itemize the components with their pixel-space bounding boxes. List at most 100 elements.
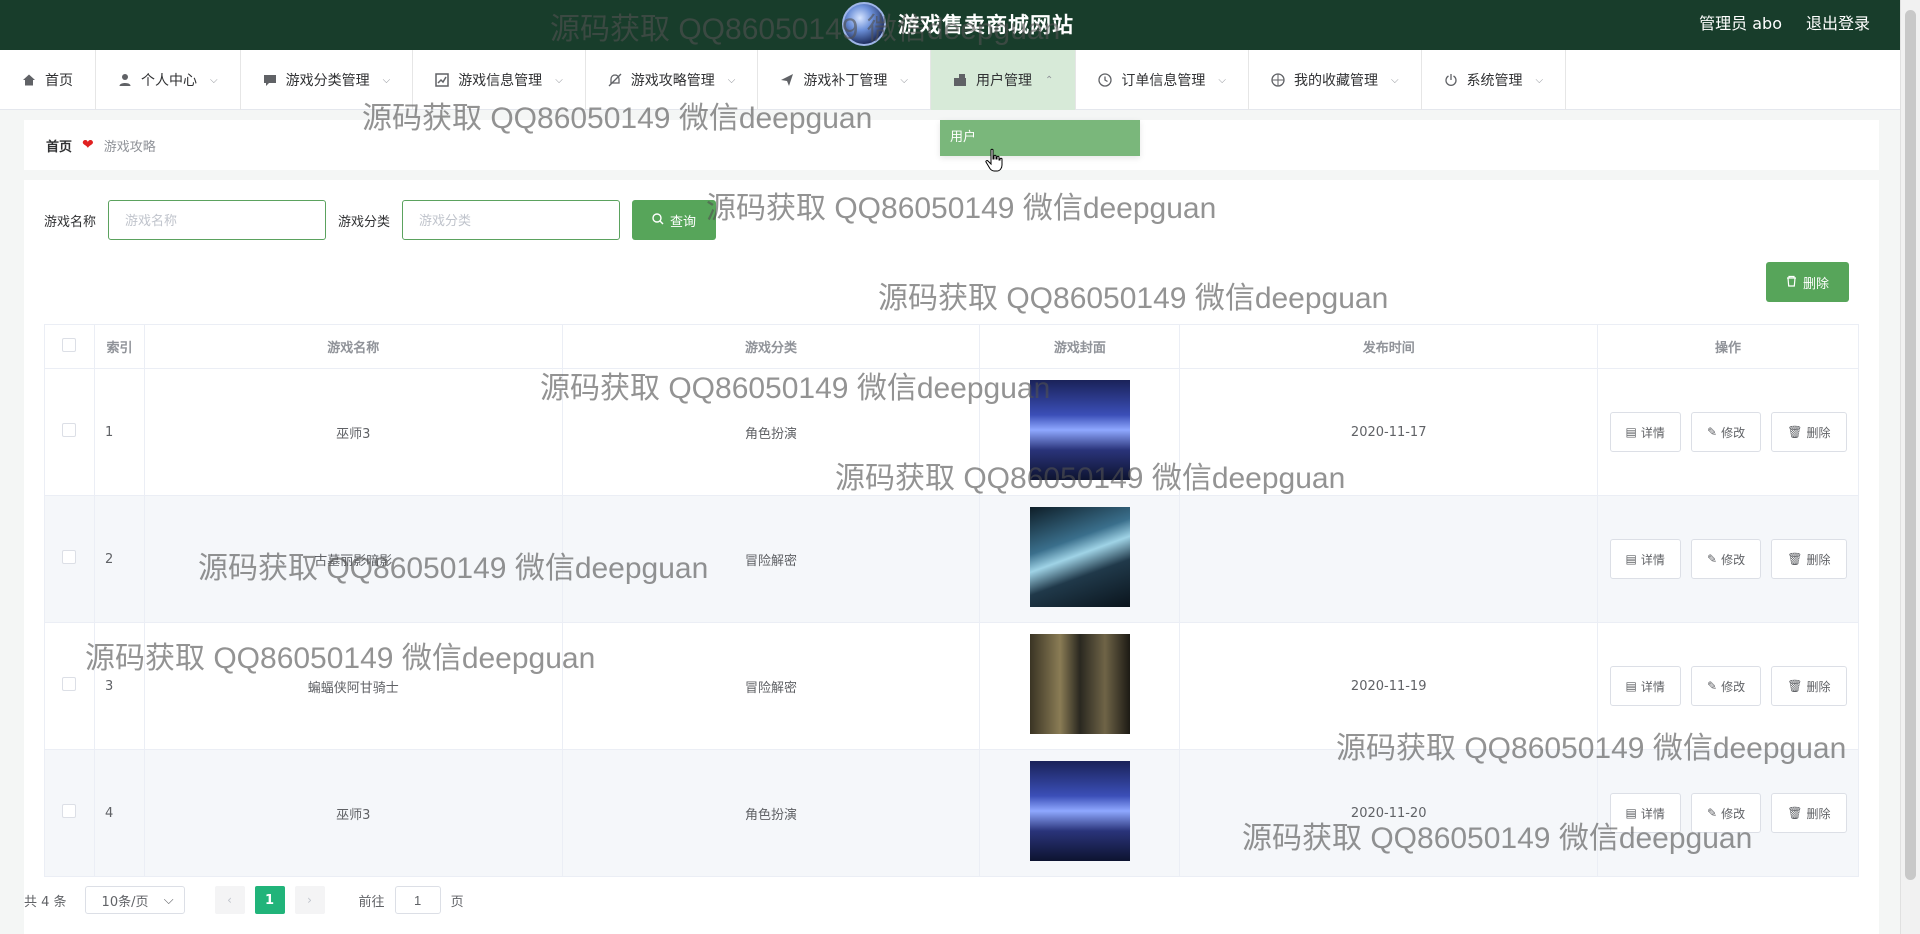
query-button[interactable]: 查询 xyxy=(632,200,717,240)
prev-page-button[interactable]: ‹ xyxy=(214,886,245,914)
search-icon xyxy=(652,212,664,228)
scrollbar-thumb[interactable] xyxy=(1905,10,1916,880)
nav-label: 游戏信息管理 xyxy=(458,73,543,89)
total-count: 共 4 条 xyxy=(24,894,67,910)
row-checkbox[interactable] xyxy=(62,550,77,564)
nav-system[interactable]: 系统管理 ⌵ xyxy=(1422,50,1567,110)
chevron-down-icon: ⌵ xyxy=(210,74,218,86)
delete-button[interactable]: 🗑 删除 xyxy=(1771,666,1847,706)
game-category-input[interactable] xyxy=(402,200,621,240)
nav-label: 系统管理 xyxy=(1466,73,1523,89)
delete-button[interactable]: 🗑 删除 xyxy=(1771,793,1847,833)
goto-page-input[interactable] xyxy=(394,886,441,914)
nav-label: 订单信息管理 xyxy=(1121,73,1206,89)
logout-link[interactable]: 退出登录 xyxy=(1806,10,1870,34)
page-size-select[interactable]: 10条/页 ⌵ xyxy=(84,886,185,914)
edit-button[interactable]: ✎ 修改 xyxy=(1691,539,1762,579)
vertical-scrollbar[interactable] xyxy=(1900,0,1920,934)
chat-icon xyxy=(263,73,277,87)
chevron-down-icon: ⌵ xyxy=(163,892,174,908)
detail-button[interactable]: ▤ 详情 xyxy=(1609,793,1681,833)
site-title: 游戏售卖商城网站 xyxy=(898,13,1074,37)
pencil-icon: ✎ xyxy=(1707,679,1718,693)
col-header-date: 发布时间 xyxy=(1179,324,1599,369)
nav-my-favorites[interactable]: 我的收藏管理 ⌵ xyxy=(1249,50,1422,110)
nav-label: 个人中心 xyxy=(141,73,197,89)
row-date: 2020-11-17 xyxy=(1179,368,1599,496)
top-header: 游戏售卖商城网站 管理员 abo 退出登录 xyxy=(0,0,1900,50)
chevron-down-icon: ⌵ xyxy=(1218,74,1226,86)
nav-game-guide[interactable]: 游戏攻略管理 ⌵ xyxy=(586,50,759,110)
row-checkbox[interactable] xyxy=(62,677,77,691)
nav-user-management[interactable]: 用户管理 ⌃ xyxy=(930,50,1077,110)
detail-button[interactable]: ▤ 详情 xyxy=(1609,412,1681,452)
row-game-name: 巫师3 xyxy=(143,749,563,877)
breadcrumb-home[interactable]: 首页 xyxy=(46,136,72,155)
detail-button[interactable]: ▤ 详情 xyxy=(1609,666,1681,706)
chevron-down-icon: ⌵ xyxy=(382,74,391,86)
row-game-name: 巫师3 xyxy=(143,368,563,496)
chevron-down-icon: ⌵ xyxy=(555,74,563,86)
row-actions: ▤ 详情 ✎ 修改 🗑 删除 xyxy=(1597,495,1859,623)
col-header-actions: 操作 xyxy=(1597,324,1859,369)
nav-label: 游戏攻略管理 xyxy=(630,73,715,89)
site-logo xyxy=(842,2,886,46)
nav-game-info[interactable]: 游戏信息管理 ⌵ xyxy=(413,50,586,110)
send-icon xyxy=(780,73,794,87)
row-index: 1 xyxy=(93,368,145,496)
user-area: 管理员 abo 退出登录 xyxy=(1699,10,1870,34)
chevron-down-icon: ⌵ xyxy=(727,74,736,86)
edit-button[interactable]: ✎ 修改 xyxy=(1691,793,1762,833)
row-index: 4 xyxy=(93,749,145,877)
game-name-label: 游戏名称 xyxy=(44,214,97,230)
chevron-down-icon: ⌵ xyxy=(1535,74,1544,86)
row-category: 角色扮演 xyxy=(561,749,981,877)
chevron-down-icon: ⌵ xyxy=(900,74,908,86)
nav-game-patch[interactable]: 游戏补丁管理 ⌵ xyxy=(758,50,931,110)
edit-button[interactable]: ✎ 修改 xyxy=(1691,412,1762,452)
trash-icon: 🗑 xyxy=(1787,425,1803,439)
row-date: 2020-11-20 xyxy=(1179,749,1599,877)
pencil-icon: ✎ xyxy=(1707,552,1718,566)
nav-label: 我的收藏管理 xyxy=(1293,73,1378,89)
edit-button[interactable]: ✎ 修改 xyxy=(1691,666,1762,706)
user-icon xyxy=(118,73,132,87)
batch-delete-button[interactable]: 删除 xyxy=(1765,262,1849,302)
delete-label: 删除 xyxy=(1802,275,1829,291)
nav-order-info[interactable]: 订单信息管理 ⌵ xyxy=(1076,50,1249,110)
goto-suffix: 页 xyxy=(450,894,464,910)
delete-button[interactable]: 🗑 删除 xyxy=(1771,539,1847,579)
col-header-cover: 游戏封面 xyxy=(979,324,1181,369)
select-all-cell xyxy=(44,324,95,369)
pencil-icon: ✎ xyxy=(1707,425,1718,439)
trash-icon: 🗑 xyxy=(1787,679,1803,693)
dropdown-item-user[interactable]: 用户 xyxy=(940,120,1140,156)
page-number[interactable]: 1 xyxy=(254,886,285,914)
admin-label: 管理员 abo xyxy=(1699,14,1782,33)
next-page-button[interactable]: › xyxy=(294,886,325,914)
nav-home[interactable]: 首页 xyxy=(0,50,96,110)
row-date xyxy=(1179,495,1599,623)
power-icon xyxy=(1444,73,1458,87)
nav-label: 游戏补丁管理 xyxy=(803,73,888,89)
nav-game-category[interactable]: 游戏分类管理 ⌵ xyxy=(241,50,414,110)
document-icon: ▤ xyxy=(1625,679,1637,693)
game-category-label: 游戏分类 xyxy=(338,214,391,230)
delete-button[interactable]: 🗑 删除 xyxy=(1771,412,1847,452)
row-actions: ▤ 详情 ✎ 修改 🗑 删除 xyxy=(1597,622,1859,750)
row-actions: ▤ 详情 ✎ 修改 🗑 删除 xyxy=(1597,749,1859,877)
row-index: 2 xyxy=(93,495,145,623)
table-header-row: 索引 游戏名称 游戏分类 游戏封面 发布时间 操作 xyxy=(44,324,1859,369)
col-header-category: 游戏分类 xyxy=(561,324,981,369)
row-checkbox[interactable] xyxy=(62,423,77,437)
select-all-checkbox[interactable] xyxy=(62,337,77,352)
clock-icon xyxy=(1098,73,1113,87)
basketball-icon xyxy=(1271,73,1285,87)
nav-personal-center[interactable]: 个人中心 ⌵ xyxy=(96,50,241,110)
detail-button[interactable]: ▤ 详情 xyxy=(1609,539,1681,579)
row-category: 冒险解密 xyxy=(561,622,981,750)
row-checkbox[interactable] xyxy=(62,804,77,818)
row-actions: ▤ 详情 ✎ 修改 🗑 删除 xyxy=(1597,368,1859,496)
game-name-input[interactable] xyxy=(108,200,327,240)
nav-label: 游戏分类管理 xyxy=(285,73,370,89)
